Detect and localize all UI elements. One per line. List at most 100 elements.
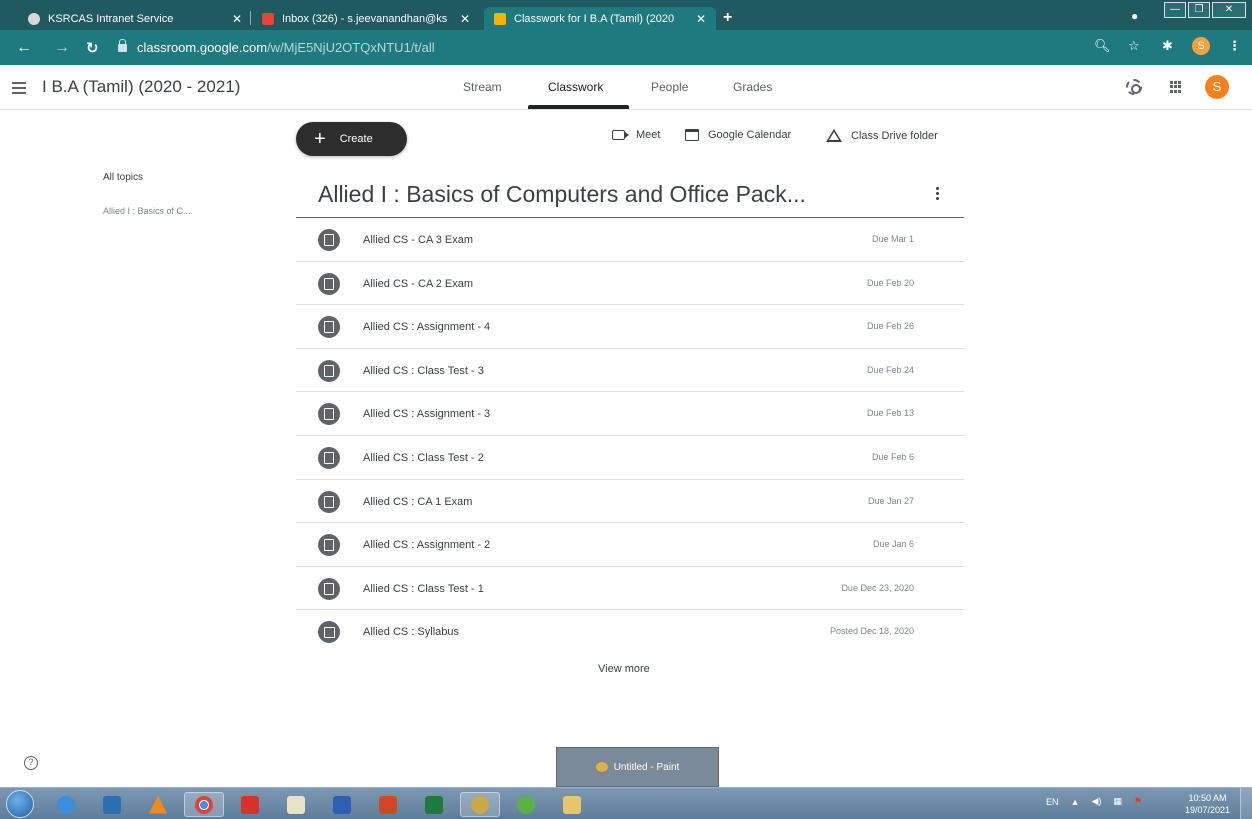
tab-title: KSRCAS Intranet Service bbox=[48, 12, 174, 25]
topic-more-options-icon[interactable] bbox=[936, 187, 939, 202]
class-drive-folder-link[interactable]: Class Drive folder bbox=[826, 129, 938, 142]
classwork-item[interactable]: Allied CS : Class Test - 2 Due Feb 6 bbox=[296, 436, 964, 480]
item-date: Due Feb 20 bbox=[866, 277, 914, 288]
tab-stream[interactable]: Stream bbox=[463, 80, 502, 94]
sidebar-all-topics[interactable]: All topics bbox=[103, 172, 143, 183]
zoom-icon[interactable]: 🔍︎ bbox=[1094, 38, 1111, 54]
tab-title: Classwork for I B.A (Tamil) (2020 bbox=[514, 12, 675, 25]
meet-label: Meet bbox=[636, 129, 661, 141]
volume-icon[interactable]: ◀) bbox=[1091, 796, 1101, 807]
tab-classwork[interactable]: Classwork bbox=[548, 80, 603, 94]
meet-link[interactable]: Meet bbox=[612, 129, 660, 141]
bookmark-star-icon[interactable]: ☆ bbox=[1128, 38, 1140, 54]
classwork-item[interactable]: Allied CS : Syllabus Posted Dec 18, 2020 bbox=[296, 610, 964, 654]
assignment-icon bbox=[318, 403, 340, 426]
language-indicator[interactable]: EN bbox=[1046, 797, 1059, 807]
profile-avatar[interactable]: S bbox=[1192, 37, 1210, 55]
google-calendar-link[interactable]: Google Calendar bbox=[685, 129, 791, 141]
restore-button[interactable]: ❐ bbox=[1188, 2, 1210, 18]
tab-ksrcas[interactable]: KSRCAS Intranet Service ✕ bbox=[18, 7, 252, 30]
word-icon[interactable] bbox=[322, 792, 362, 817]
utorrent-icon[interactable] bbox=[506, 792, 546, 817]
apps-grid-icon[interactable] bbox=[1170, 81, 1182, 93]
close-tab-icon[interactable]: ✕ bbox=[232, 12, 242, 26]
item-date: Due Feb 13 bbox=[866, 408, 914, 419]
show-desktop-button[interactable] bbox=[1240, 788, 1252, 819]
profile-menu-icon[interactable]: ● bbox=[1131, 9, 1138, 23]
sidebar-topic[interactable]: Allied I : Basics of C... bbox=[103, 206, 191, 216]
item-title: Allied CS : Class Test - 1 bbox=[363, 582, 484, 595]
assignment-icon bbox=[318, 316, 340, 339]
clock-time: 10:50 AM bbox=[1188, 793, 1227, 803]
assignment-icon bbox=[318, 229, 340, 251]
close-window-button[interactable]: ✕ bbox=[1212, 2, 1246, 18]
classwork-item[interactable]: Allied CS : CA 1 Exam Due Jan 27 bbox=[296, 480, 964, 524]
item-date: Posted Dec 18, 2020 bbox=[829, 626, 914, 637]
item-title: Allied CS - CA 2 Exam bbox=[363, 277, 474, 290]
classwork-item[interactable]: Allied CS : Class Test - 3 Due Feb 24 bbox=[296, 349, 964, 393]
browser-menu-icon[interactable]: ⋮ bbox=[1228, 38, 1241, 54]
start-button[interactable] bbox=[6, 790, 34, 818]
classroom-favicon-icon bbox=[494, 12, 506, 25]
system-tray: EN ▲ ◀) ▦ ⚑ bbox=[1046, 796, 1142, 807]
classwork-item[interactable]: Allied CS : Assignment - 3 Due Feb 13 bbox=[296, 392, 964, 436]
item-date: Due Feb 26 bbox=[866, 321, 914, 332]
chrome-icon[interactable] bbox=[184, 792, 224, 817]
browser-tabstrip: KSRCAS Intranet Service ✕ Inbox (326) - … bbox=[0, 0, 1252, 30]
item-title: Allied CS : Assignment - 2 bbox=[363, 539, 491, 552]
calendar-icon bbox=[685, 129, 699, 141]
classroom-header: I B.A (Tamil) (2020 - 2021) Stream Class… bbox=[0, 65, 1252, 110]
assignment-icon bbox=[318, 490, 340, 513]
tab-people[interactable]: People bbox=[651, 80, 688, 94]
show-hidden-icons-icon[interactable]: ▲ bbox=[1071, 797, 1080, 807]
course-title[interactable]: I B.A (Tamil) (2020 - 2021) bbox=[42, 77, 240, 97]
powerpoint-icon[interactable] bbox=[368, 792, 408, 817]
help-icon[interactable]: ? bbox=[24, 756, 38, 770]
internet-explorer-icon[interactable] bbox=[46, 792, 86, 817]
tab-classroom[interactable]: Classwork for I B.A (Tamil) (2020 ✕ bbox=[484, 7, 716, 30]
action-center-icon[interactable]: ⚑ bbox=[1134, 796, 1142, 807]
account-avatar[interactable]: S bbox=[1205, 75, 1229, 99]
new-tab-button[interactable]: + bbox=[723, 9, 732, 27]
close-tab-icon[interactable]: ✕ bbox=[696, 12, 706, 26]
paint-icon bbox=[595, 762, 608, 772]
vlc-icon[interactable] bbox=[138, 792, 178, 817]
calendar-label: Google Calendar bbox=[708, 129, 792, 141]
app-red-icon[interactable] bbox=[230, 792, 270, 817]
settings-icon[interactable] bbox=[1126, 79, 1142, 95]
material-icon bbox=[318, 621, 340, 644]
tab-gmail[interactable]: Inbox (326) - s.jeevanandhan@ks ✕ bbox=[252, 7, 480, 30]
reload-icon[interactable]: ↻ bbox=[86, 39, 99, 57]
url-field[interactable]: classroom.google.com/w/MjE5NjU2OTQxNTU1/… bbox=[118, 35, 1118, 60]
view-more-button[interactable]: View more bbox=[598, 663, 650, 675]
excel-icon[interactable] bbox=[414, 792, 454, 817]
main-menu-icon[interactable] bbox=[12, 82, 26, 97]
topic-title: Allied I : Basics of Computers and Offic… bbox=[318, 181, 806, 207]
site-favicon-icon bbox=[28, 12, 40, 25]
paint-taskbar-icon[interactable] bbox=[460, 792, 500, 817]
drive-icon bbox=[826, 129, 842, 142]
back-icon[interactable]: ← bbox=[16, 39, 32, 57]
tab-grades[interactable]: Grades bbox=[733, 80, 772, 94]
forward-icon[interactable]: → bbox=[54, 39, 70, 57]
classwork-item[interactable]: Allied CS - CA 2 Exam Due Feb 20 bbox=[296, 262, 964, 306]
assignment-icon bbox=[318, 534, 340, 557]
item-title: Allied CS : CA 1 Exam bbox=[363, 495, 473, 508]
taskbar-thumbnail-paint[interactable]: Untitled - Paint bbox=[556, 747, 719, 787]
minimize-button[interactable]: — bbox=[1164, 2, 1186, 18]
create-button[interactable]: + Create bbox=[296, 122, 407, 156]
classwork-item[interactable]: Allied CS : Assignment - 2 Due Jan 6 bbox=[296, 523, 964, 567]
network-icon[interactable]: ▦ bbox=[1113, 796, 1122, 807]
clock[interactable]: 10:50 AM 19/07/2021 bbox=[1185, 792, 1230, 816]
video-camera-icon bbox=[612, 130, 629, 140]
classwork-item[interactable]: Allied CS : Assignment - 4 Due Feb 26 bbox=[296, 305, 964, 349]
close-tab-icon[interactable]: ✕ bbox=[460, 12, 470, 26]
classwork-item[interactable]: Allied CS - CA 3 Exam Due Mar 1 bbox=[296, 218, 964, 262]
classwork-item[interactable]: Allied CS : Class Test - 1 Due Dec 23, 20… bbox=[296, 567, 964, 611]
media-player-icon[interactable] bbox=[92, 792, 132, 817]
assignment-icon bbox=[318, 577, 340, 600]
item-date: Due Feb 24 bbox=[866, 364, 914, 375]
extensions-icon[interactable]: ✱ bbox=[1162, 38, 1173, 54]
chart-app-icon[interactable] bbox=[276, 792, 316, 817]
file-explorer-icon[interactable] bbox=[552, 792, 592, 817]
